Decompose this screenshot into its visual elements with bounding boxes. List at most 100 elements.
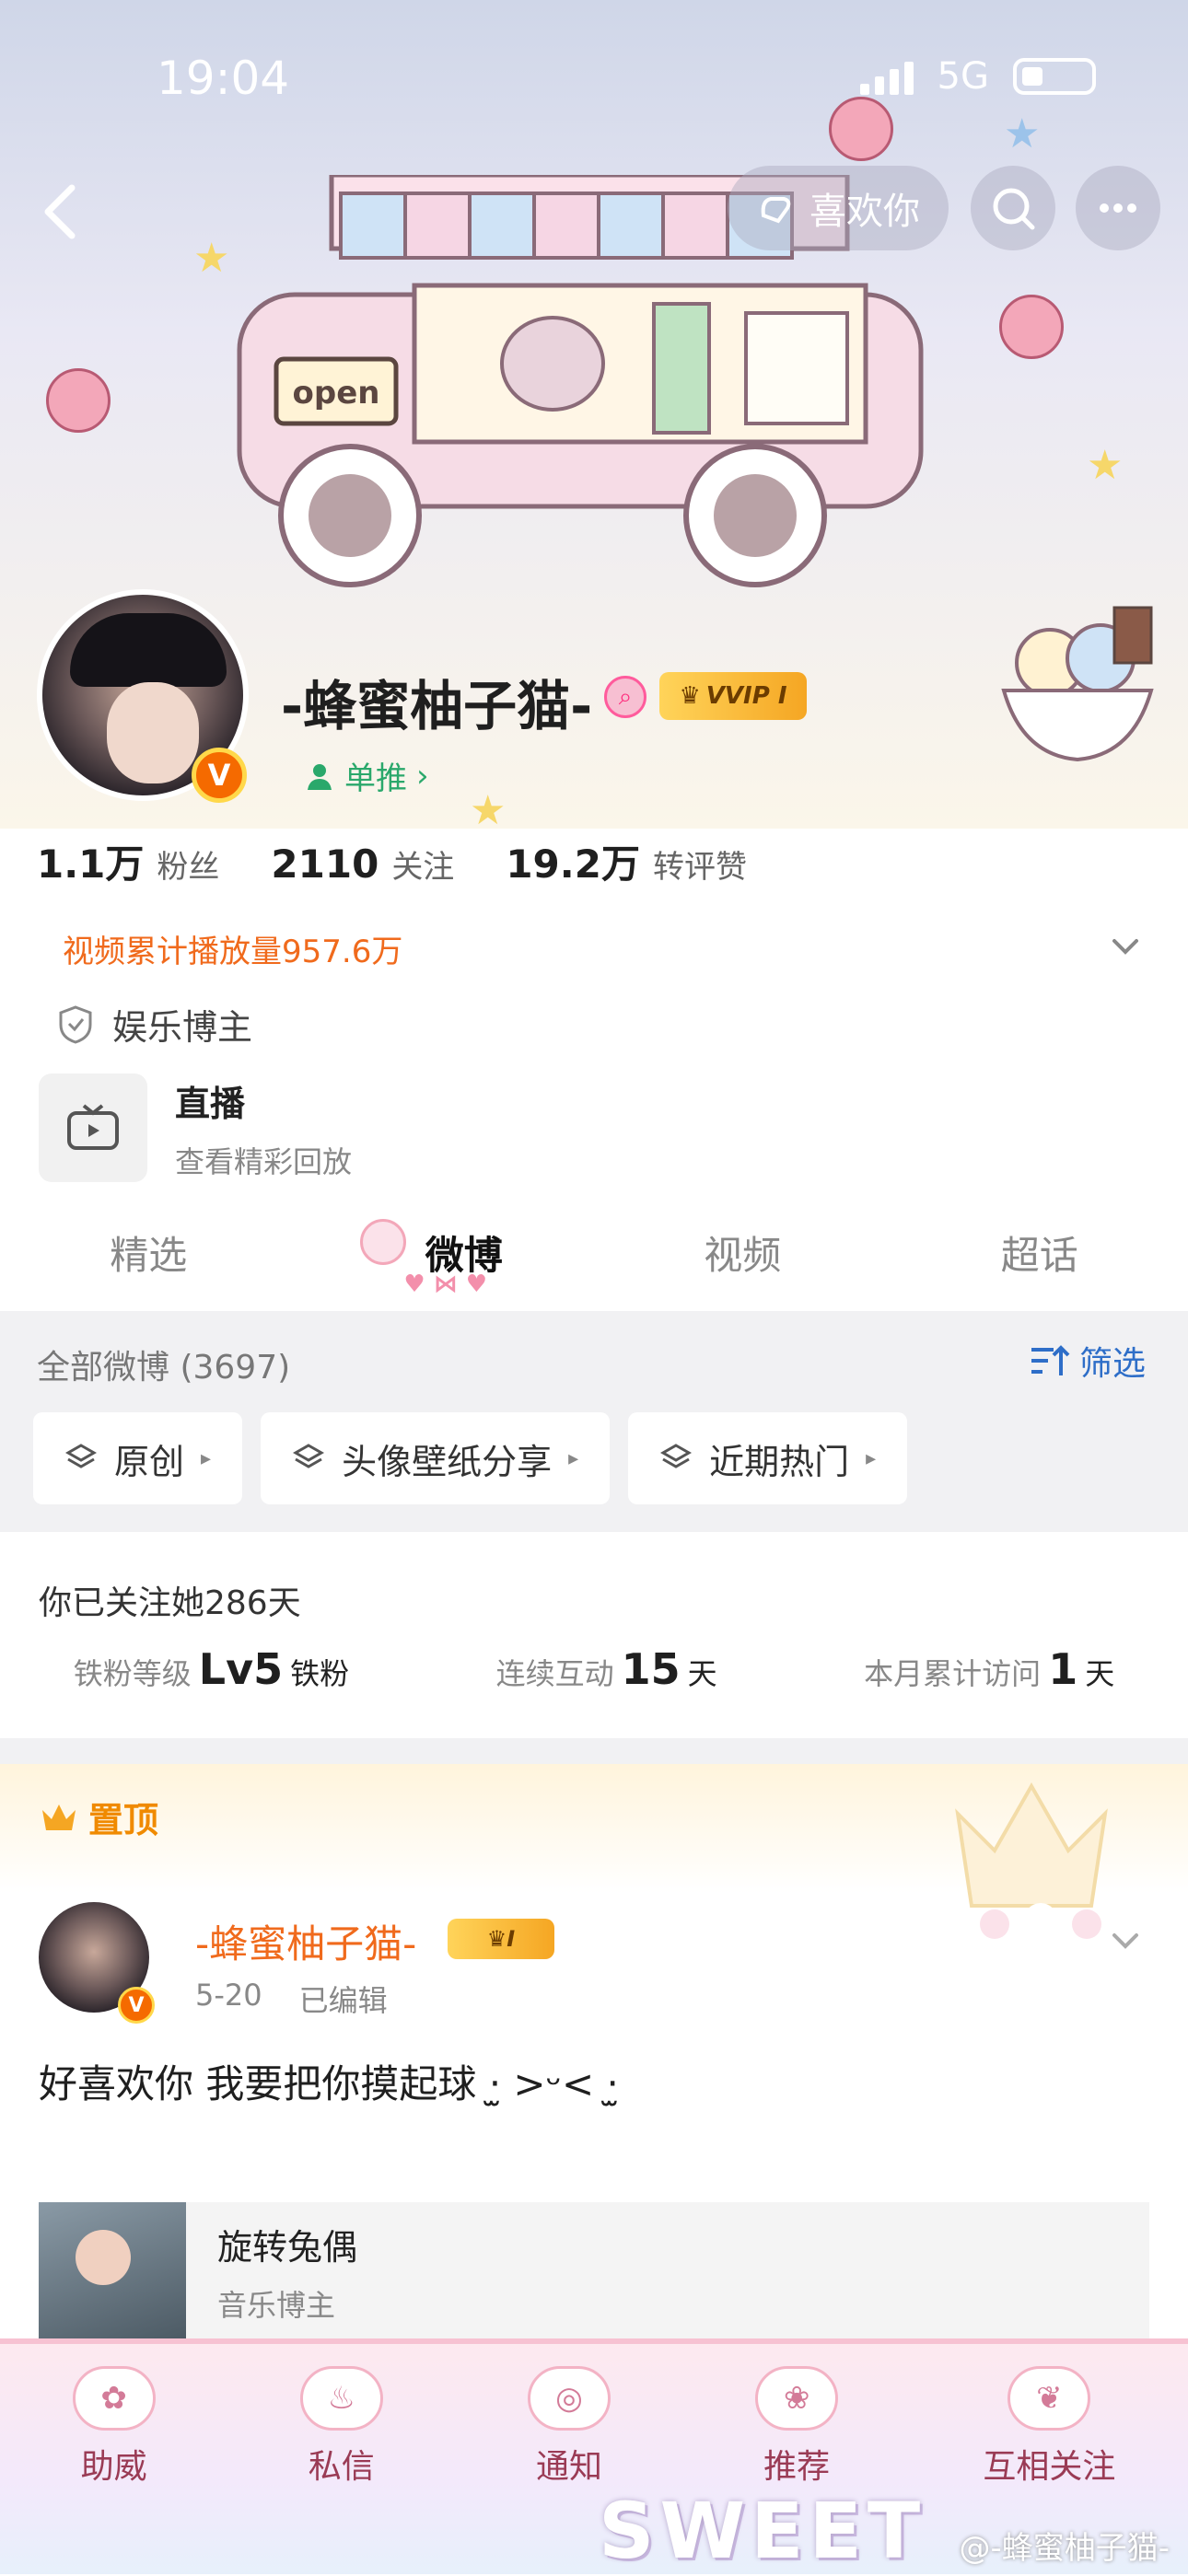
post-date: 5-20 [195,1978,262,2020]
post-text: 好喜欢你 我要把你摸起球 ‧̫ >ᵕ< ‧̫ [39,2053,619,2109]
live-replay-card[interactable]: 直播 查看精彩回放 [39,1073,960,1183]
hand-heart-icon [756,188,797,228]
all-posts-count: 全部微博 (3697) [37,1340,290,1388]
cherry-decoration [46,368,111,433]
post-menu-button[interactable] [1107,1922,1144,1959]
message-button[interactable]: ♨ 私信 [300,2366,383,2488]
network-type: 5G [938,55,989,98]
search-icon [988,183,1038,233]
status-time: 19:04 [157,52,289,105]
post-verified-badge: V [118,1987,155,2024]
mutual-follow-button[interactable]: ❦ 互相关注 [983,2366,1115,2488]
bottom-actions: ✿ 助威 ♨ 私信 ◎ 通知 ❀ 推荐 ❦ 互相关注 [0,2366,1188,2488]
crown-decoration [939,1768,1124,1943]
tab-active-indicator: ♥ ⋈ ♥ [403,1271,487,1298]
post-meta: 5-20 已编辑 [195,1978,388,2020]
cheer-button[interactable]: ✿ 助威 [73,2366,156,2488]
fan-stats: 铁粉等级Lv5铁粉 连续互动15天 本月累计访问1天 [0,1644,1188,1694]
battery-icon [1013,58,1096,95]
live-title: 直播 [175,1075,352,1126]
post-author-name[interactable]: -蜂蜜柚子猫- [195,1913,416,1969]
like-you-label: 喜欢你 [809,181,920,235]
live-subtitle: 查看精彩回放 [175,1139,352,1181]
status-indicators: 5G [860,55,1096,98]
search-tag-icon[interactable]: ⌕ [604,676,646,718]
dog-icon: ❀ [755,2366,838,2431]
chip-recent-hot[interactable]: 近期热门 ▸ [628,1412,907,1504]
cake-icon: ♨ [300,2366,383,2431]
weibo-watermark: @-蜂蜜柚子猫- [959,2523,1170,2568]
crown-icon: ♛ [679,682,700,710]
tab-weibo[interactable]: 微博 ♥ ⋈ ♥ [297,1197,595,1307]
continuous-interaction[interactable]: 连续互动15天 [496,1644,717,1694]
fan-level[interactable]: 铁粉等级Lv5铁粉 [74,1644,349,1694]
video-play-count: 视频累计播放量957.6万 [63,926,402,971]
tab-video[interactable]: 视频 [594,1197,891,1307]
chip-original[interactable]: 原创 ▸ [33,1412,242,1504]
expand-profile-button[interactable] [1107,928,1144,965]
search-button[interactable] [971,166,1055,250]
post-edited: 已编辑 [299,1978,388,2020]
like-you-button[interactable]: 喜欢你 [728,166,949,250]
caret-right-icon: ▸ [568,1447,578,1470]
chevron-down-icon [1107,1922,1144,1959]
filter-icon [1030,1342,1070,1379]
crown-icon [39,1799,79,1836]
strawberry-icon: ❦ [1007,2366,1090,2431]
star-decoration: ★ [193,235,229,282]
music-title: 旋转兔偶 [217,2219,357,2269]
sweet-decoration-text: SWEET [599,2486,926,2576]
tab-featured[interactable]: 精选 [0,1197,297,1307]
open-sign: open [293,375,380,412]
cheer-icon: ✿ [73,2366,156,2431]
followed-days: 你已关注她286天 [39,1576,301,1624]
vvip-label: VVIP I [706,682,787,710]
recommend-button[interactable]: ❀ 推荐 [755,2366,838,2488]
chevron-left-icon [28,175,101,249]
chevron-down-icon [1107,928,1144,965]
star-decoration: ★ [470,787,506,829]
stat-likes[interactable]: 19.2万转评赞 [506,833,747,889]
star-decoration: ★ [1087,442,1123,489]
donut-icon: ◎ [528,2366,611,2431]
chip-avatar-wallpaper[interactable]: 头像壁纸分享 ▸ [261,1412,610,1504]
dessert-cup-icon [360,1219,406,1265]
notify-button[interactable]: ◎ 通知 [528,2366,611,2488]
more-dots-icon [1093,183,1143,233]
tv-icon [65,1102,121,1154]
person-icon [304,760,335,792]
profile-stats: 1.1万粉丝 2110关注 19.2万转评赞 [37,833,747,889]
verified-badge: V [192,748,247,803]
back-button[interactable] [28,175,101,249]
more-button[interactable] [1076,166,1160,250]
filter-label: 筛选 [1079,1337,1146,1385]
profile-tabs: 精选 微博 ♥ ⋈ ♥ 视频 超话 [0,1197,1188,1307]
fan-info-block [0,1532,1188,1738]
caret-right-icon: ▸ [201,1447,211,1470]
profile-name: -蜂蜜柚子猫- [281,663,592,740]
feed-chips: 原创 ▸ 头像壁纸分享 ▸ 近期热门 ▸ [33,1412,907,1504]
stat-following[interactable]: 2110关注 [271,841,454,887]
ice-cream-bowl-illustration [995,571,1160,773]
filter-button[interactable]: 筛选 [1030,1337,1146,1385]
chevron-right-icon: › [416,758,429,795]
layers-icon [659,1442,693,1475]
single-push-link[interactable]: 单推 › [304,753,429,798]
single-push-label: 单推 [344,753,407,798]
section-divider [0,1738,1188,1764]
shield-icon [57,1004,94,1045]
layers-icon [292,1442,325,1475]
caret-right-icon: ▸ [866,1447,876,1470]
monthly-visits[interactable]: 本月累计访问1天 [864,1644,1114,1694]
tab-super-topic[interactable]: 超话 [891,1197,1188,1307]
status-bar: 19:04 5G [0,0,1188,157]
music-attachment-card[interactable]: 旋转兔偶 音乐博主 [39,2202,1149,2340]
cherry-decoration [999,295,1064,359]
pinned-label: 置顶 [39,1792,158,1842]
music-thumbnail [39,2202,186,2340]
category-tag[interactable]: 娱乐博主 [57,999,252,1050]
vvip-badge[interactable]: ♛ VVIP I [659,672,807,720]
post-vip-badge[interactable]: ♛ I [448,1919,554,1959]
category-tag-label: 娱乐博主 [112,999,252,1050]
stat-followers[interactable]: 1.1万粉丝 [37,833,219,889]
